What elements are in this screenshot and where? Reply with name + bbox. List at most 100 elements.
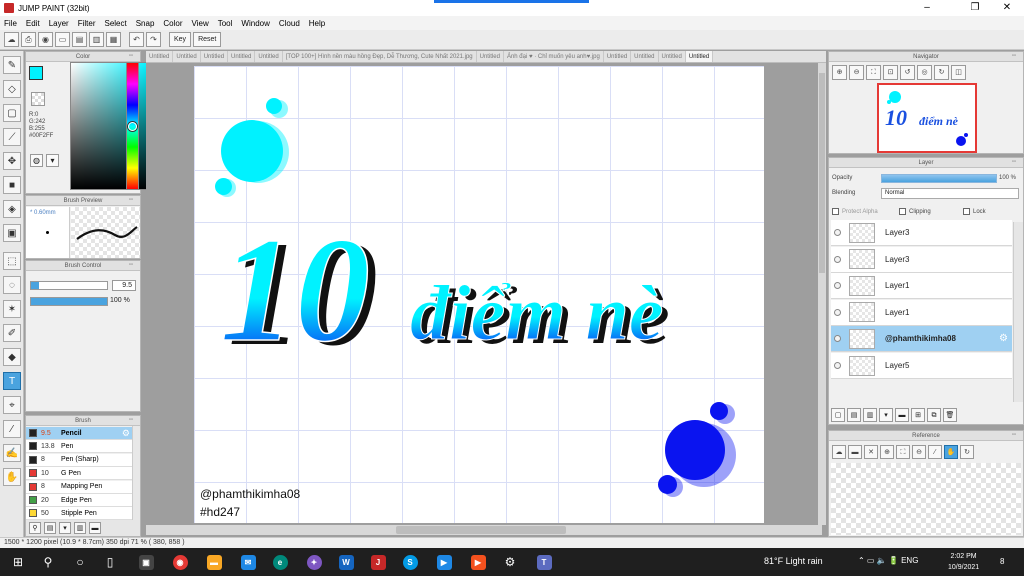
brush-item[interactable]: 9.5 Pencil ⚙ <box>26 427 132 440</box>
visibility-toggle-icon[interactable] <box>834 335 841 343</box>
vertical-scroll-thumb[interactable] <box>819 73 825 273</box>
undo-icon[interactable]: ↶ <box>129 32 144 47</box>
document-tab[interactable]: Untitled <box>146 51 174 62</box>
menu-color[interactable]: Color <box>163 19 182 28</box>
brush-settings-icon[interactable]: ▥ <box>74 522 86 534</box>
cloud-save-icon[interactable]: ◉ <box>38 32 53 47</box>
export-icon[interactable]: ▥ <box>89 32 104 47</box>
reference-canvas[interactable] <box>831 463 1021 535</box>
brush-tool-icon[interactable]: ✎ <box>3 56 21 74</box>
panel-controls-icon[interactable]: ▫▫ <box>124 417 138 424</box>
visibility-toggle-icon[interactable] <box>834 255 841 263</box>
operation-tool-icon[interactable]: ⌖ <box>3 396 21 414</box>
layer-row[interactable]: @phamthikimha08 ⚙ <box>831 326 1012 353</box>
new-layer-1bit-icon[interactable]: ▥ <box>863 408 877 422</box>
blending-select[interactable]: Normal <box>881 188 1019 199</box>
visibility-toggle-icon[interactable] <box>834 282 841 290</box>
actual-size-icon[interactable]: ⊡ <box>883 65 898 80</box>
cloud-icon[interactable]: ☁ <box>4 32 19 47</box>
layer-row[interactable]: Layer3 <box>831 220 1012 246</box>
foreground-swatch[interactable] <box>29 66 43 80</box>
brush-list-scrollbar[interactable] <box>132 426 140 522</box>
language-indicator[interactable]: ENG <box>901 556 918 565</box>
fill-rect-tool-icon[interactable]: ■ <box>3 176 21 194</box>
panel-controls-icon[interactable]: ▫▫ <box>1007 53 1021 60</box>
delete-layer-icon[interactable]: 🗑 <box>943 408 957 422</box>
magic-wand-tool-icon[interactable]: ✶ <box>3 300 21 318</box>
brush-menu-icon[interactable]: ▾ <box>59 522 71 534</box>
brush-item[interactable]: 10 G Pen <box>26 467 132 481</box>
brush-size-value[interactable]: 9.5 <box>112 280 136 291</box>
flip-icon[interactable]: ◫ <box>951 65 966 80</box>
mail-icon[interactable]: ✉ <box>238 552 258 572</box>
settings-icon[interactable]: ▦ <box>106 32 121 47</box>
open-file-icon[interactable]: ⎙ <box>21 32 36 47</box>
rotate-left-icon[interactable]: ↺ <box>900 65 915 80</box>
document-tab[interactable]: Untitled <box>631 51 659 62</box>
jump-paint-icon[interactable]: J <box>368 552 388 572</box>
document-tab[interactable]: Untitled <box>604 51 632 62</box>
open-folder-icon[interactable]: ▬ <box>848 445 862 459</box>
document-tab[interactable]: Untitled <box>201 51 229 62</box>
ref-zoom-in-icon[interactable]: ⊕ <box>880 445 894 459</box>
clipping-checkbox[interactable] <box>899 208 906 215</box>
document-tab[interactable]: Untitled <box>255 51 283 62</box>
rotate-reset-icon[interactable]: ◎ <box>917 65 932 80</box>
lasso-tool-icon[interactable]: ◌ <box>3 276 21 294</box>
ref-zoom-out-icon[interactable]: ⊖ <box>912 445 926 459</box>
layer-gear-icon[interactable]: ⚙ <box>999 333 1008 344</box>
select-pen-tool-icon[interactable]: ✐ <box>3 324 21 342</box>
skype-icon[interactable]: S <box>400 552 420 572</box>
document-tab[interactable]: Untitled <box>685 51 714 62</box>
text-tool-icon[interactable]: T <box>3 372 21 390</box>
task-view-icon[interactable]: ○ <box>70 552 90 572</box>
document-tab[interactable]: Ảnh đại ♥ · Chỉ muốn yêu anh♥.jpg <box>504 51 604 62</box>
brush-item[interactable]: 20 Edge Pen <box>26 494 132 507</box>
close-button[interactable]: ✕ <box>992 0 1022 16</box>
brush-item[interactable]: 8 Mapping Pen <box>26 480 132 494</box>
layer-row[interactable]: Layer5 <box>831 353 1012 379</box>
drawing-canvas[interactable]: 10 10 điểm nè điểm nè @phamthikimha08 #h… <box>194 66 764 523</box>
layer-copy-icon[interactable]: ⧉ <box>927 408 941 422</box>
hue-knob[interactable] <box>128 122 137 131</box>
restore-button[interactable]: ❐ <box>960 0 990 16</box>
menu-help[interactable]: Help <box>309 19 325 28</box>
store-icon[interactable]: ▣ <box>136 552 156 572</box>
panel-controls-icon[interactable]: ▫▫ <box>1007 432 1021 439</box>
rectangle-tool-icon[interactable]: ▢ <box>3 104 21 122</box>
save-icon[interactable]: ▭ <box>55 32 70 47</box>
clock[interactable]: 2:02 PM 10/9/2021 <box>948 551 979 573</box>
brush-folder-icon[interactable]: ▬ <box>89 522 101 534</box>
line-tool-icon[interactable]: ⟋ <box>3 128 21 146</box>
teams-icon[interactable]: T <box>534 552 554 572</box>
protect-alpha-checkbox[interactable] <box>832 208 839 215</box>
media-player-icon[interactable]: ▶ <box>468 552 488 572</box>
zoom-out-icon[interactable]: ⊖ <box>849 65 864 80</box>
menu-cloud[interactable]: Cloud <box>279 19 300 28</box>
messenger-icon[interactable]: ✦ <box>304 552 324 572</box>
ref-hand-icon[interactable]: ✋ <box>944 445 958 459</box>
menu-filter[interactable]: Filter <box>78 19 96 28</box>
widgets-icon[interactable]: ▯ <box>100 552 120 572</box>
new-folder-icon[interactable]: ▬ <box>895 408 909 422</box>
new-layer-8bit-icon[interactable]: ▤ <box>847 408 861 422</box>
notification-count[interactable]: 8 <box>1000 557 1004 566</box>
ref-eyedropper-icon[interactable]: ⁄ <box>928 445 942 459</box>
new-brush-icon[interactable]: ⚲ <box>29 522 41 534</box>
visibility-toggle-icon[interactable] <box>834 308 841 316</box>
system-tray[interactable]: ⌃ ▭ 🔈 🔋 ENG <box>858 556 918 565</box>
weather-widget[interactable]: 81°F Light rain <box>764 556 823 566</box>
visibility-toggle-icon[interactable] <box>834 362 841 369</box>
search-icon[interactable]: ⚲ <box>38 552 58 572</box>
palette-icon[interactable]: ◍ <box>30 154 43 167</box>
rotate-right-icon[interactable]: ↻ <box>934 65 949 80</box>
menu-layer[interactable]: Layer <box>49 19 69 28</box>
file-explorer-icon[interactable]: ▬ <box>204 552 224 572</box>
copy-brush-icon[interactable]: ▤ <box>44 522 56 534</box>
brush-item[interactable]: 8 Pen (Sharp) <box>26 453 132 467</box>
word-icon[interactable]: W <box>336 552 356 572</box>
menu-select[interactable]: Select <box>104 19 126 28</box>
eraser-tool-icon[interactable]: ◇ <box>3 80 21 98</box>
menu-edit[interactable]: Edit <box>26 19 40 28</box>
reset-button[interactable]: Reset <box>193 32 222 47</box>
